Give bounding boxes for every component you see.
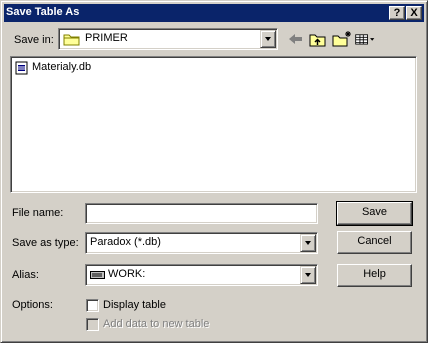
- file-name-input[interactable]: [85, 203, 318, 224]
- file-list[interactable]: Materialy.db: [10, 56, 417, 193]
- save-in-label: Save in:: [14, 34, 54, 46]
- save-as-type-dropdown-arrow[interactable]: [300, 234, 316, 252]
- display-table-label[interactable]: Display table: [103, 299, 166, 311]
- new-folder-icon[interactable]: [331, 29, 353, 49]
- up-folder-icon[interactable]: [307, 29, 329, 49]
- save-in-dropdown-arrow[interactable]: [260, 30, 276, 48]
- save-as-type-label: Save as type:: [12, 237, 79, 249]
- view-menu-icon[interactable]: [354, 29, 376, 49]
- alias-label: Alias:: [12, 269, 39, 281]
- file-name-label: File name:: [12, 207, 64, 219]
- save-as-type-value: Paradox (*.db): [90, 236, 161, 248]
- save-as-type-dropdown[interactable]: Paradox (*.db): [85, 232, 318, 254]
- save-in-dropdown[interactable]: PRIMER: [58, 28, 278, 50]
- cancel-button[interactable]: Cancel: [337, 231, 412, 254]
- help-button[interactable]: Help: [337, 264, 412, 287]
- save-table-dialog: Save Table As ? X Save in: PRIMER Materi…: [0, 0, 428, 343]
- display-table-checkbox[interactable]: [86, 299, 99, 312]
- help-icon[interactable]: ?: [389, 6, 405, 20]
- title-bar[interactable]: Save Table As ? X: [4, 4, 424, 22]
- dialog-title: Save Table As: [6, 6, 80, 18]
- alias-value: WORK:: [108, 268, 146, 280]
- drive-icon: [90, 271, 105, 279]
- add-data-checkbox[interactable]: [86, 318, 99, 331]
- save-in-value: PRIMER: [85, 32, 128, 44]
- add-data-label[interactable]: Add data to new table: [103, 318, 209, 330]
- database-file-icon: [15, 61, 28, 75]
- close-icon[interactable]: X: [406, 6, 422, 20]
- folder-icon: [63, 34, 80, 46]
- file-name-text: Materialy.db: [32, 61, 92, 73]
- save-button[interactable]: Save: [336, 201, 413, 226]
- back-arrow-icon[interactable]: [285, 29, 307, 49]
- alias-dropdown[interactable]: WORK:: [85, 264, 318, 286]
- options-label: Options:: [12, 299, 53, 311]
- alias-dropdown-arrow[interactable]: [300, 266, 316, 284]
